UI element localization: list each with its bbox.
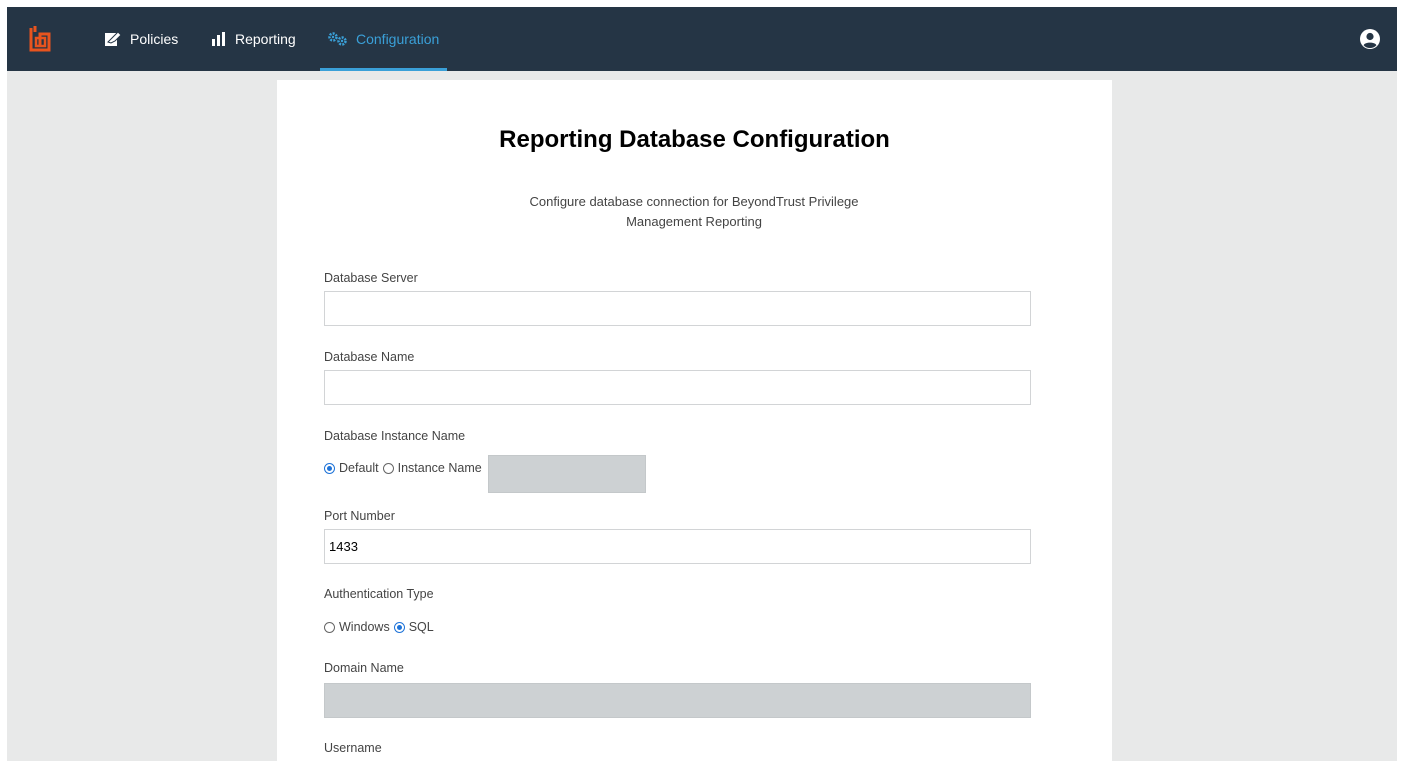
beyondtrust-logo-icon[interactable] (27, 25, 53, 53)
port-number-input[interactable] (324, 529, 1031, 564)
nav-configuration[interactable]: Configuration (320, 7, 448, 71)
nav-reporting[interactable]: Reporting (211, 7, 296, 71)
radio-sql[interactable] (393, 621, 405, 633)
radio-windows-label[interactable]: Windows (339, 620, 390, 634)
radio-instance-name-label[interactable]: Instance Name (398, 461, 482, 475)
instance-name-input[interactable] (488, 455, 646, 493)
domain-name-label: Domain Name (324, 661, 404, 675)
gears-icon (328, 32, 347, 46)
radio-sql-label[interactable]: SQL (409, 620, 434, 634)
active-tab-indicator (320, 68, 448, 71)
bar-chart-icon (212, 32, 225, 46)
nav-reporting-label: Reporting (235, 31, 296, 47)
database-name-input[interactable] (324, 370, 1031, 405)
top-navigation-bar: Policies Reporting Configuration (7, 7, 1397, 71)
page-title: Reporting Database Configuration (499, 126, 890, 153)
authentication-radio-group: Windows SQL (324, 620, 438, 634)
page-subtitle: Configure database connection for Beyond… (529, 194, 859, 229)
database-server-label: Database Server (324, 271, 418, 285)
database-server-input[interactable] (324, 291, 1031, 326)
database-name-label: Database Name (324, 350, 415, 364)
policies-icon (105, 31, 122, 46)
nav-configuration-label: Configuration (356, 31, 440, 47)
radio-instance-name[interactable] (382, 462, 394, 474)
database-instance-label: Database Instance Name (324, 429, 466, 443)
port-number-label: Port Number (324, 509, 395, 523)
username-label: Username (324, 741, 382, 755)
radio-default[interactable] (324, 462, 335, 474)
app-window: Policies Reporting Configuration Reporti… (7, 7, 1397, 761)
nav-policies-label: Policies (130, 31, 179, 47)
nav-policies[interactable]: Policies (104, 7, 178, 71)
radio-windows[interactable] (324, 621, 335, 633)
radio-default-label[interactable]: Default (339, 461, 379, 475)
instance-radio-group: Default Instance Name (324, 461, 486, 475)
configuration-form-card: Reporting Database Configuration Configu… (277, 80, 1112, 761)
authentication-type-label: Authentication Type (324, 587, 434, 601)
user-account-icon[interactable] (1359, 28, 1381, 50)
domain-name-input[interactable] (324, 683, 1031, 718)
